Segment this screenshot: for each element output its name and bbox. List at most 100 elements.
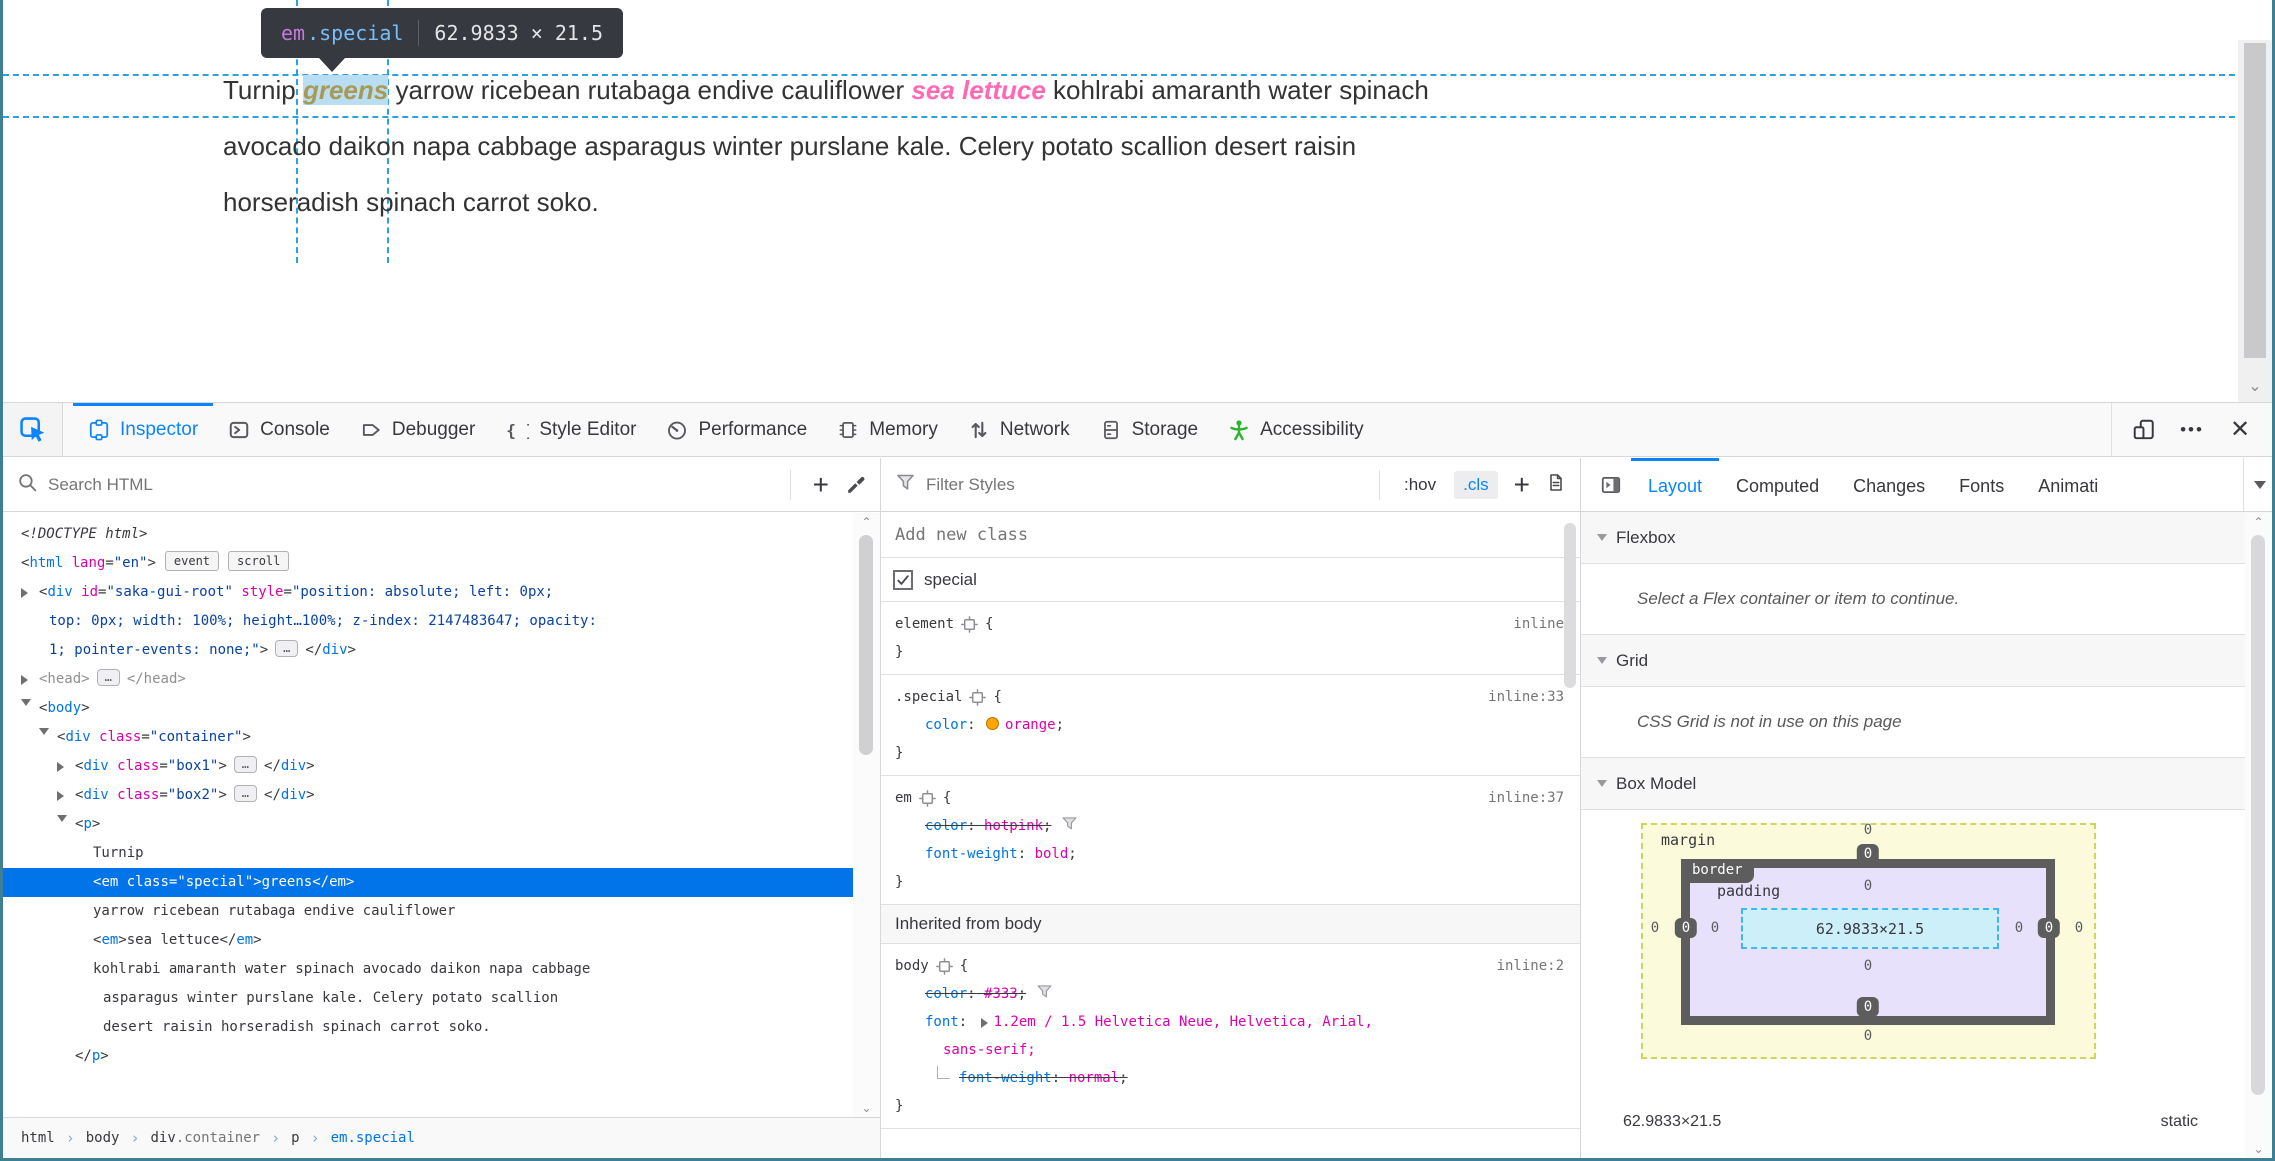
selector-highlighter-icon[interactable]	[935, 957, 953, 975]
tab-animati[interactable]: Animati	[2021, 458, 2115, 511]
pseudo-class-button[interactable]: :hov	[1396, 471, 1444, 499]
expand-ellipsis[interactable]: …	[96, 669, 120, 686]
sidebar-toggle-button[interactable]	[1591, 458, 1631, 511]
border-left-value[interactable]: 0	[1674, 918, 1698, 938]
markup-node[interactable]: kohlrabi amaranth water spinach avocado …	[3, 955, 853, 984]
breadcrumb-item-html[interactable]: html	[21, 1130, 55, 1146]
css-property-value[interactable]: #333	[984, 986, 1018, 1002]
breadcrumb-item-p[interactable]: p	[291, 1130, 299, 1146]
padding-right-value[interactable]: 0	[2015, 920, 2023, 936]
css-value-continuation[interactable]: sans-serif;	[881, 1036, 1580, 1064]
overridden-filter-icon[interactable]	[1051, 817, 1078, 834]
tab-console[interactable]: Console	[213, 403, 345, 456]
markup-node[interactable]: <div class="box2">… </div>	[3, 781, 853, 810]
markup-node[interactable]: top: 0px; width: 100%; height…100%; z-in…	[3, 607, 853, 636]
breadcrumb-item-body[interactable]: body	[86, 1130, 120, 1146]
markup-node[interactable]: <div class="box1">… </div>	[3, 752, 853, 781]
twisty-collapsed-icon[interactable]	[21, 665, 39, 694]
expand-ellipsis[interactable]: …	[233, 785, 258, 802]
add-node-button[interactable]: +	[807, 470, 835, 499]
border-right-value[interactable]: 0	[2037, 918, 2061, 938]
layout-scrollbar-up-arrow[interactable]: ⌃	[2245, 515, 2272, 529]
event-badge[interactable]: event	[164, 551, 220, 571]
page-scrollbar[interactable]: ⌄	[2238, 0, 2272, 402]
tab-storage[interactable]: Storage	[1085, 403, 1214, 456]
eyedropper-button[interactable]	[845, 472, 866, 498]
tab-memory[interactable]: Memory	[822, 403, 953, 456]
markup-node[interactable]: Turnip	[3, 839, 853, 868]
markup-node[interactable]: <em class="special">greens</em>	[3, 868, 853, 897]
css-property-name[interactable]: color	[925, 986, 967, 1002]
markup-node[interactable]: asparagus winter purslane kale. Celery p…	[3, 984, 853, 1013]
tab-style-editor[interactable]: { } Style Editor	[490, 403, 651, 456]
css-declaration[interactable]: color: orange;	[881, 711, 1580, 739]
class-panel-button[interactable]: .cls	[1454, 470, 1498, 499]
add-rule-button[interactable]: +	[1508, 470, 1536, 499]
css-property-value[interactable]: 1.2em / 1.5 Helvetica Neue, Helvetica, A…	[994, 1014, 1373, 1030]
css-property-name[interactable]: font-weight	[925, 846, 1018, 862]
tab-accessibility[interactable]: Accessibility	[1213, 403, 1378, 456]
tab-inspector[interactable]: Inspector	[73, 403, 214, 456]
css-property-name[interactable]: font	[925, 1014, 959, 1030]
twisty-expanded-icon[interactable]	[57, 810, 75, 839]
layout-scrollbar-thumb[interactable]	[2251, 535, 2265, 1095]
markup-node[interactable]: desert raisin horseradish spinach carrot…	[3, 1013, 853, 1042]
print-media-simulation-button[interactable]	[1546, 472, 1566, 498]
markup-node[interactable]: <!DOCTYPE html>	[3, 520, 853, 549]
rule-location-link[interactable]: inline:2	[1497, 952, 1564, 980]
rule-selector[interactable]: .special	[895, 683, 962, 711]
expand-value-icon[interactable]	[980, 1018, 993, 1028]
rule-selector[interactable]: element	[895, 610, 954, 638]
twisty-collapsed-icon[interactable]	[21, 578, 39, 607]
markup-scrollbar-up-arrow[interactable]: ⌃	[853, 515, 880, 529]
rules-scrollbar[interactable]	[1560, 513, 1580, 1158]
markup-scrollbar-down-arrow[interactable]: ⌄	[853, 1101, 880, 1115]
markup-node[interactable]: yarrow ricebean rutabaga endive cauliflo…	[3, 897, 853, 926]
flexbox-section-header[interactable]: Flexbox	[1581, 512, 2272, 564]
tab-performance[interactable]: Performance	[651, 403, 822, 456]
layout-scrollbar[interactable]: ⌃ ⌄	[2245, 513, 2272, 1158]
twisty-expanded-icon[interactable]	[21, 694, 39, 723]
markup-node[interactable]: <p>	[3, 810, 853, 839]
markup-node[interactable]: 1; pointer-events: none;">… </div>	[3, 636, 853, 665]
markup-node[interactable]: <div id="saka-gui-root" style="position:…	[3, 578, 853, 607]
margin-bottom-value[interactable]: 0	[1864, 1028, 1872, 1044]
tab-network[interactable]: Network	[953, 403, 1085, 456]
padding-left-value[interactable]: 0	[1711, 920, 1719, 936]
markup-node[interactable]: <div class="container">	[3, 723, 853, 752]
scroll-badge[interactable]: scroll	[228, 551, 290, 571]
box-model-section-header[interactable]: Box Model	[1581, 758, 2272, 810]
page-scrollbar-thumb[interactable]	[2244, 43, 2266, 358]
tab-changes[interactable]: Changes	[1836, 458, 1942, 511]
border-top-value[interactable]: 0	[1856, 844, 1880, 864]
rule-location-link[interactable]: inline:37	[1488, 784, 1564, 812]
filter-styles-input[interactable]	[926, 474, 1363, 495]
selector-highlighter-icon[interactable]	[918, 789, 936, 807]
close-devtools-button[interactable]: ✕	[2216, 403, 2264, 456]
tab-computed[interactable]: Computed	[1719, 458, 1836, 511]
responsive-design-mode-button[interactable]	[2120, 403, 2168, 456]
css-property-name[interactable]: font-weight	[959, 1070, 1052, 1086]
twisty-collapsed-icon[interactable]	[57, 752, 75, 781]
markup-node[interactable]: <body>	[3, 694, 853, 723]
markup-node[interactable]: <em>sea lettuce</em>	[3, 926, 853, 955]
expand-ellipsis[interactable]: …	[233, 756, 258, 773]
node-picker-button[interactable]	[3, 403, 63, 456]
rule-selector[interactable]: em	[895, 784, 912, 812]
markup-node[interactable]: </p>	[3, 1042, 853, 1071]
css-property-name[interactable]: color	[925, 717, 967, 733]
margin-top-value[interactable]: 0	[1864, 822, 1872, 838]
expand-ellipsis[interactable]: …	[275, 640, 299, 657]
selector-highlighter-icon[interactable]	[961, 615, 978, 633]
color-swatch[interactable]	[986, 717, 1000, 730]
add-new-class-input[interactable]	[895, 525, 1566, 545]
selector-highlighter-icon[interactable]	[969, 688, 987, 706]
css-declaration[interactable]: font: 1.2em / 1.5 Helvetica Neue, Helvet…	[881, 1008, 1580, 1036]
twisty-expanded-icon[interactable]	[39, 723, 57, 752]
search-html-input[interactable]	[48, 474, 774, 495]
all-tabs-menu-button[interactable]	[2243, 458, 2266, 511]
border-bottom-value[interactable]: 0	[1856, 997, 1880, 1017]
padding-top-value[interactable]: 0	[1864, 878, 1872, 894]
markup-scrollbar[interactable]: ⌃ ⌄	[853, 513, 880, 1117]
css-property-value[interactable]: normal	[1069, 1070, 1120, 1086]
